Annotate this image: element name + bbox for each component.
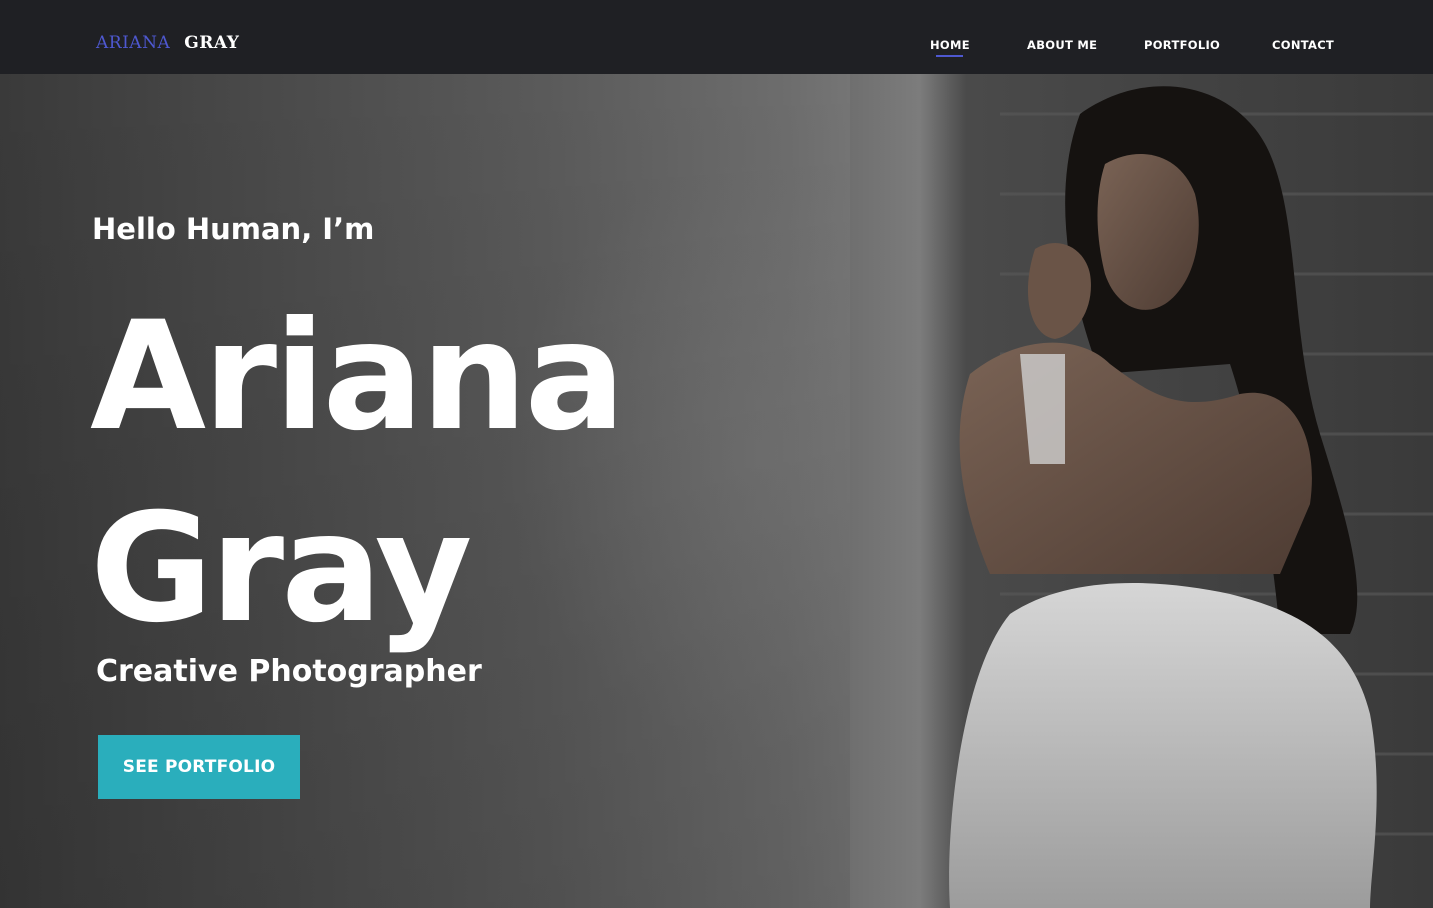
hero-subtitle: Creative Photographer	[96, 654, 482, 689]
main-nav: HOME ABOUT ME PORTFOLIO CONTACT	[0, 38, 1433, 58]
nav-item-about[interactable]: ABOUT ME	[1027, 38, 1097, 52]
hero-greeting: Hello Human, I’m	[92, 212, 375, 246]
landing-page: ARIANA GRAY HOME ABOUT ME PORTFOLIO CONTA…	[0, 0, 1433, 908]
hero-name-last: Gray	[90, 482, 472, 656]
nav-item-portfolio[interactable]: PORTFOLIO	[1144, 38, 1220, 52]
dress-shape	[949, 582, 1377, 908]
nav-item-contact[interactable]: CONTACT	[1272, 38, 1334, 52]
hero-section: Hello Human, I’m Ariana Gray Creative Ph…	[0, 74, 1433, 908]
see-portfolio-button[interactable]: SEE PORTFOLIO	[98, 735, 300, 799]
top-navbar: ARIANA GRAY HOME ABOUT ME PORTFOLIO CONTA…	[0, 0, 1433, 74]
hero-portrait-image	[850, 74, 1433, 908]
active-nav-indicator	[936, 55, 963, 57]
hero-name-first: Ariana	[90, 290, 626, 464]
nav-item-home[interactable]: HOME	[930, 38, 970, 52]
